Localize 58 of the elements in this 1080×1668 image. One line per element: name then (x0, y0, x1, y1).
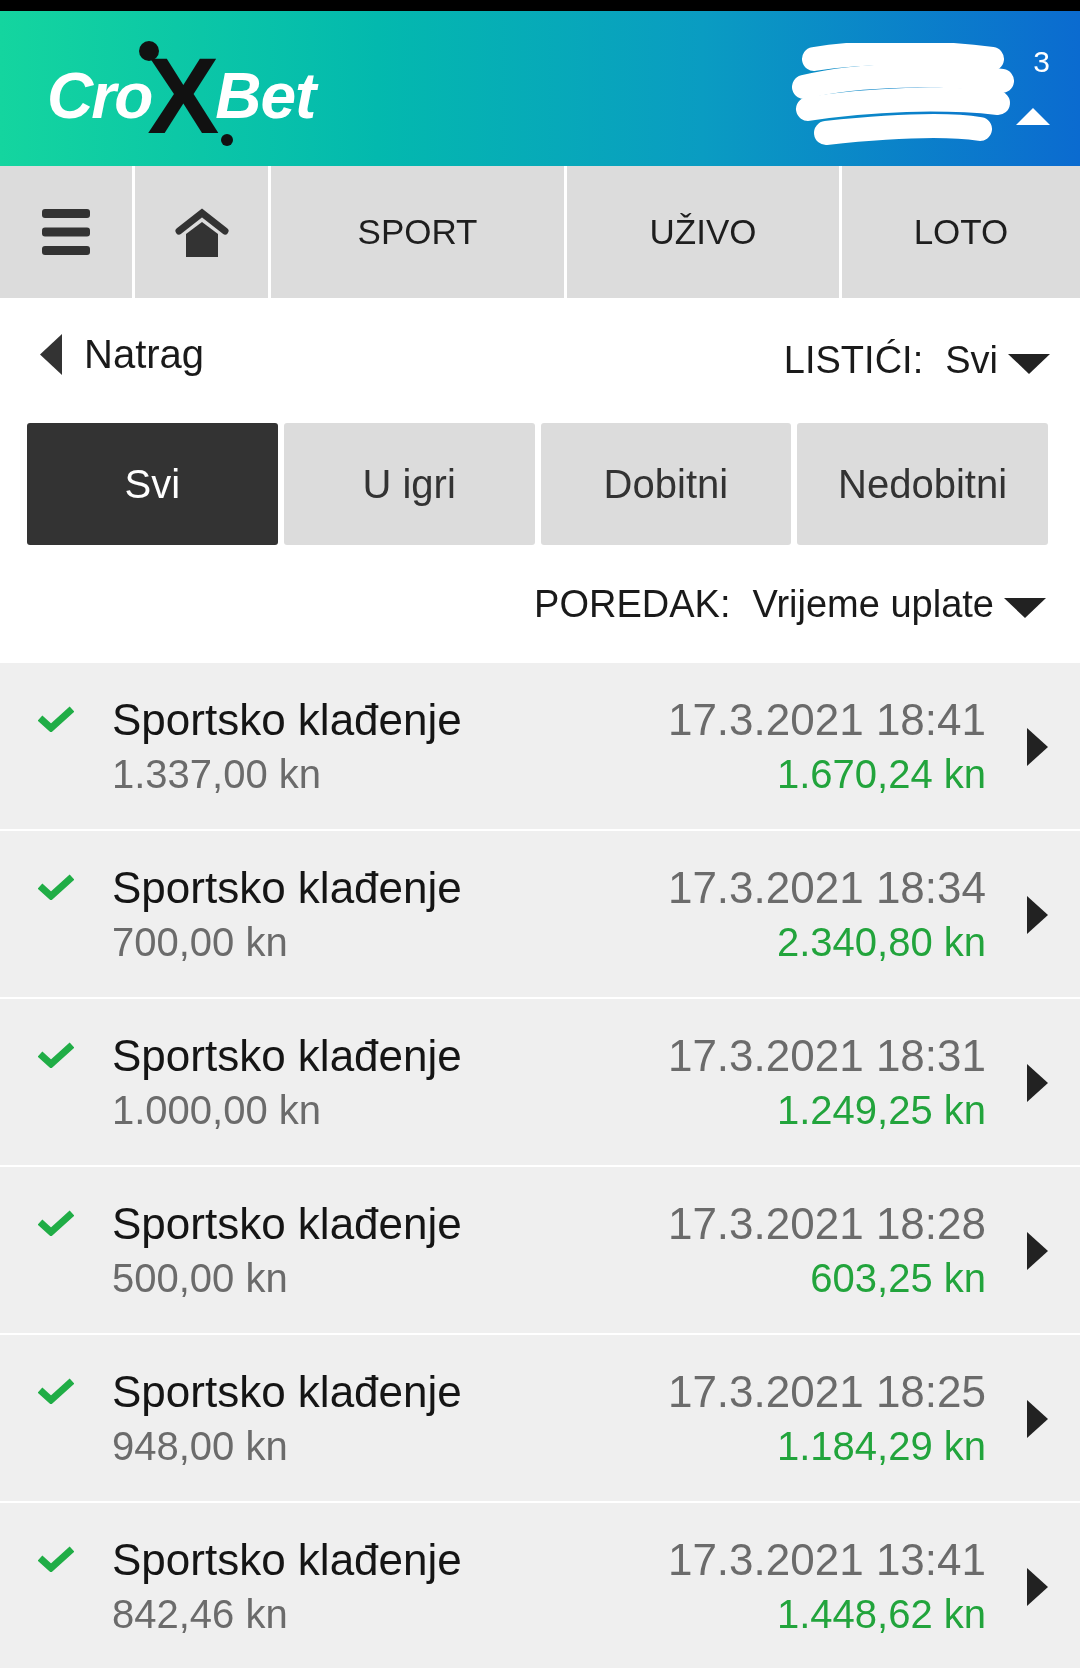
menu-button[interactable] (0, 166, 132, 298)
nav-tab[interactable]: LOTO (842, 166, 1080, 298)
nav-tab[interactable]: UŽIVO (567, 166, 839, 298)
caret-left-icon (40, 333, 62, 375)
slip-time: 17.3.2021 18:34 (667, 862, 986, 914)
sort-label: POREDAK: (534, 582, 731, 627)
slip-time: 17.3.2021 18:41 (667, 694, 986, 746)
sort-dropdown[interactable]: Vrijeme uplate (752, 580, 1046, 628)
caret-up-icon (1016, 107, 1050, 125)
slip-time: 17.3.2021 18:31 (667, 1030, 986, 1082)
slip-time: 17.3.2021 18:28 (667, 1198, 986, 1250)
slip-row[interactable]: Sportsko klađenje 700,00 kn 17.3.2021 18:34 2.340,80 kn (0, 831, 1080, 997)
slip-title: Sportsko klađenje (112, 1366, 462, 1418)
filter-tab[interactable]: U igri (283, 423, 535, 545)
slip-row[interactable]: Sportsko klađenje 1.337,00 kn 17.3.2021 18:41 1.670,24 kn (0, 663, 1080, 829)
back-button[interactable]: Natrag (40, 328, 205, 380)
payout-amount: 1.184,29 kn (776, 1423, 986, 1470)
caret-down-icon (1004, 598, 1046, 618)
slip-row[interactable]: Sportsko klađenje 948,00 kn 17.3.2021 18:25 1.184,29 kn (0, 1335, 1080, 1501)
filter-tab[interactable]: Svi (27, 423, 278, 545)
caret-right-icon (1027, 728, 1048, 766)
payout-amount: 1.249,25 kn (776, 1087, 986, 1134)
stake-amount: 948,00 kn (112, 1423, 288, 1470)
payout-amount: 603,25 kn (810, 1255, 986, 1302)
menu-icon (42, 208, 90, 256)
caret-right-icon (1027, 1568, 1048, 1606)
slip-title: Sportsko klađenje (112, 862, 462, 914)
home-icon (174, 207, 229, 257)
slip-row[interactable]: Sportsko klađenje 1.000,00 kn 17.3.2021 18:31 1.249,25 kn (0, 999, 1080, 1165)
stake-amount: 500,00 kn (112, 1255, 288, 1302)
slip-title: Sportsko klađenje (112, 1030, 462, 1082)
stake-amount: 842,46 kn (112, 1591, 288, 1638)
filter-tab[interactable]: Nedobitni (797, 423, 1048, 545)
stake-amount: 1.000,00 kn (112, 1087, 322, 1134)
logo[interactable]: CroXBet (47, 39, 334, 150)
slip-title: Sportsko klađenje (112, 1534, 462, 1586)
slip-row[interactable]: Sportsko klađenje 842,46 kn 17.3.2021 13:41 1.448,62 kn (0, 1503, 1080, 1668)
slip-title: Sportsko klađenje (112, 1198, 462, 1250)
payout-amount: 1.670,24 kn (776, 751, 986, 798)
nav-tab[interactable]: SPORT (271, 166, 564, 298)
filter-tab[interactable]: Dobitni (540, 423, 792, 545)
slip-filter-label: LISTIĆI: (783, 338, 924, 383)
account-text: 3 (1033, 44, 1050, 79)
payout-amount: 2.340,80 kn (776, 919, 986, 966)
caret-down-icon (1008, 354, 1050, 374)
caret-right-icon (1027, 896, 1048, 934)
home-button[interactable] (135, 166, 268, 298)
slip-title: Sportsko klađenje (112, 694, 462, 746)
slip-time: 17.3.2021 18:25 (667, 1366, 986, 1418)
stake-amount: 700,00 kn (112, 919, 288, 966)
caret-right-icon (1027, 1400, 1048, 1438)
payout-amount: 1.448,62 kn (776, 1591, 986, 1638)
slip-row[interactable]: Sportsko klađenje 500,00 kn 17.3.2021 18:28 603,25 kn (0, 1167, 1080, 1333)
stake-amount: 1.337,00 kn (112, 751, 322, 798)
slip-time: 17.3.2021 13:41 (667, 1534, 986, 1586)
caret-right-icon (1027, 1064, 1048, 1102)
slip-filter-dropdown[interactable]: Svi (945, 336, 1050, 384)
caret-right-icon (1027, 1232, 1048, 1270)
